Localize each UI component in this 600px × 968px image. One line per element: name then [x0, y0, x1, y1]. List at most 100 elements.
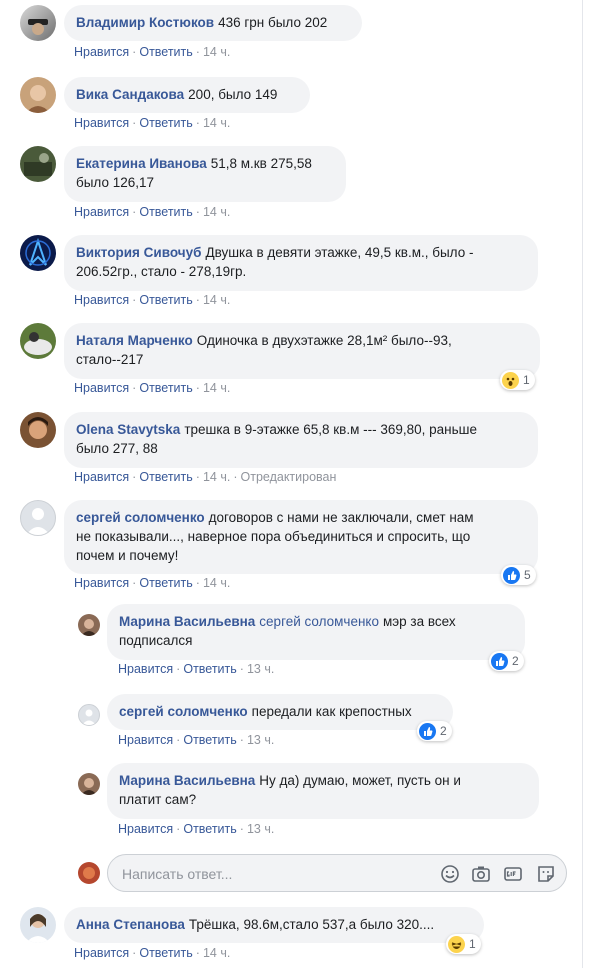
reply-author[interactable]: Марина Васильевна	[119, 773, 255, 788]
reply-link[interactable]: Ответить	[139, 946, 192, 960]
gif-icon[interactable]	[502, 863, 524, 885]
comment-text-line: стало--217	[76, 352, 144, 367]
timestamp[interactable]: 13 ч.	[247, 733, 274, 747]
comment-text-line: Двушка в девяти этажке, 49,5 кв.м., было…	[205, 245, 474, 260]
camera-icon[interactable]	[470, 863, 492, 885]
avatar-photo-icon	[83, 867, 95, 879]
like-link[interactable]: Нравится	[74, 45, 129, 59]
reply-text-line: подписался	[119, 633, 193, 648]
timestamp[interactable]: 14 ч.	[203, 45, 230, 59]
avatar[interactable]	[20, 77, 56, 113]
mention-link[interactable]: сергей соломченко	[259, 614, 379, 629]
like-reaction-icon	[419, 722, 436, 740]
comment-author[interactable]: Вика Сандакова	[76, 87, 184, 102]
avatar[interactable]	[20, 235, 56, 271]
edited-label[interactable]: Отредактирован	[241, 470, 337, 484]
sticker-icon[interactable]	[535, 863, 557, 885]
like-link[interactable]: Нравится	[74, 946, 129, 960]
comment-text: 200, было 149	[188, 87, 278, 102]
timestamp[interactable]: 14 ч.	[203, 116, 230, 130]
comment-bubble: сергей соломченко договоров с нами не зак…	[64, 500, 538, 574]
separator: ·	[176, 822, 181, 836]
comment-actions: Нравится · Ответить · 14 ч.	[74, 381, 230, 395]
comment-author[interactable]: Екатерина Иванова	[76, 156, 207, 171]
avatar[interactable]	[20, 500, 56, 536]
avatar[interactable]	[20, 146, 56, 182]
separator: ·	[239, 822, 244, 836]
avatar[interactable]	[20, 323, 56, 359]
reaction-count[interactable]: 1	[446, 934, 481, 954]
reply-link[interactable]: Ответить	[183, 822, 236, 836]
comment-text-line: 206.52гр., стало - 278,19гр.	[76, 264, 247, 279]
reply-input-container[interactable]	[107, 854, 567, 892]
comment-actions: Нравится · Ответить · 14 ч.	[74, 576, 230, 590]
reaction-count[interactable]: 2	[417, 721, 452, 741]
separator: ·	[195, 946, 200, 960]
timestamp[interactable]: 14 ч.	[203, 946, 230, 960]
reply-author[interactable]: Марина Васильевна	[119, 614, 255, 629]
separator: ·	[132, 205, 137, 219]
avatar-photo-icon	[28, 19, 48, 35]
reply-actions: Нравится · Ответить · 13 ч.	[118, 733, 274, 747]
comment-actions: Нравится · Ответить · 14 ч. · Отредактирован	[74, 470, 336, 484]
comment-bubble: Вика Сандакова 200, было 149	[64, 77, 310, 113]
like-link[interactable]: Нравится	[74, 381, 129, 395]
reply-author[interactable]: сергей соломченко	[119, 704, 248, 719]
comment-author[interactable]: Анна Степанова	[76, 917, 185, 932]
comment-author[interactable]: сергей соломченко	[76, 510, 205, 525]
like-link[interactable]: Нравится	[74, 293, 129, 307]
comment-author[interactable]: Виктория Сивочуб	[76, 245, 201, 260]
comment-author[interactable]: Владимир Костюков	[76, 15, 214, 30]
timestamp[interactable]: 13 ч.	[247, 662, 274, 676]
comment-author[interactable]: Наталя Марченко	[76, 333, 193, 348]
separator: ·	[132, 470, 137, 484]
like-link[interactable]: Нравится	[74, 576, 129, 590]
avatar-photo-icon	[25, 237, 51, 266]
like-link[interactable]: Нравится	[74, 470, 129, 484]
reaction-count-number: 1	[469, 937, 476, 951]
separator: ·	[132, 946, 137, 960]
comment-author[interactable]: Olena Stavytska	[76, 422, 180, 437]
separator: ·	[239, 733, 244, 747]
reply-link[interactable]: Ответить	[139, 205, 192, 219]
timestamp[interactable]: 14 ч.	[203, 381, 230, 395]
avatar[interactable]	[78, 704, 100, 726]
separator: ·	[132, 381, 137, 395]
like-link[interactable]: Нравится	[74, 205, 129, 219]
reaction-count[interactable]: 2	[489, 651, 524, 671]
avatar[interactable]	[20, 5, 56, 41]
avatar[interactable]	[78, 773, 100, 795]
reply-link[interactable]: Ответить	[139, 293, 192, 307]
timestamp[interactable]: 14 ч.	[203, 293, 230, 307]
reaction-count[interactable]: 5	[501, 565, 536, 585]
comment-bubble: Виктория Сивочуб Двушка в девяти этажке, …	[64, 235, 538, 291]
like-link[interactable]: Нравится	[74, 116, 129, 130]
timestamp[interactable]: 13 ч.	[247, 822, 274, 836]
reply-link[interactable]: Ответить	[183, 662, 236, 676]
comment-bubble: Владимир Костюков 436 грн было 202	[64, 5, 362, 41]
separator: ·	[132, 576, 137, 590]
avatar[interactable]	[78, 614, 100, 636]
reply-link[interactable]: Ответить	[139, 381, 192, 395]
like-link[interactable]: Нравится	[118, 822, 173, 836]
reply-link[interactable]: Ответить	[139, 45, 192, 59]
avatar[interactable]	[20, 907, 56, 943]
haha-reaction-icon	[448, 935, 465, 953]
reply-link[interactable]: Ответить	[139, 470, 192, 484]
reply-text: передали как крепостных	[251, 704, 412, 719]
timestamp[interactable]: 14 ч.	[203, 576, 230, 590]
like-link[interactable]: Нравится	[118, 662, 173, 676]
reply-input[interactable]	[120, 863, 424, 885]
reply-text-line: мэр за всех	[382, 614, 456, 629]
reaction-count[interactable]: 1	[500, 370, 535, 390]
like-link[interactable]: Нравится	[118, 733, 173, 747]
avatar[interactable]	[20, 412, 56, 448]
emoji-icon[interactable]	[439, 863, 461, 885]
reaction-count-number: 1	[523, 373, 530, 387]
timestamp[interactable]: 14 ч.	[203, 470, 230, 484]
reply-link[interactable]: Ответить	[183, 733, 236, 747]
avatar-photo-icon	[24, 153, 52, 176]
timestamp[interactable]: 14 ч.	[203, 205, 230, 219]
reply-link[interactable]: Ответить	[139, 576, 192, 590]
reply-link[interactable]: Ответить	[139, 116, 192, 130]
